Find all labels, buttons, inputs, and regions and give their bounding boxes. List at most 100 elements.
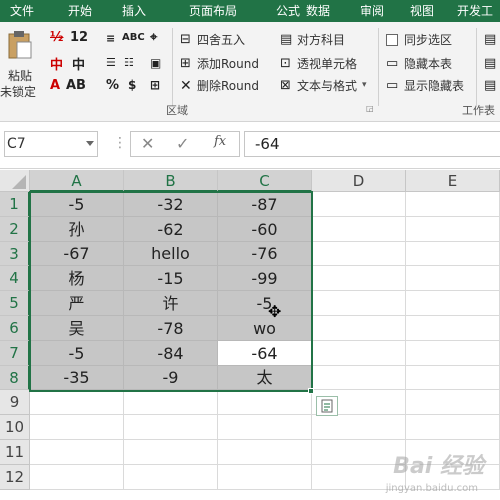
format-icon[interactable]: ▣ bbox=[150, 56, 161, 70]
perspective-button[interactable]: 透视单元格 bbox=[297, 54, 357, 74]
quick-analysis-icon[interactable] bbox=[316, 396, 338, 416]
cell-a4[interactable]: 杨 bbox=[30, 266, 124, 291]
delete-round-button[interactable]: 删除Round bbox=[197, 76, 259, 96]
round-button[interactable]: 四舍五入 bbox=[197, 30, 245, 50]
percent-button[interactable]: % bbox=[106, 78, 119, 93]
cell-a5[interactable]: 严 bbox=[30, 291, 124, 316]
align-subject-button[interactable]: 对方科目 bbox=[297, 30, 345, 50]
cell-d3[interactable] bbox=[312, 242, 406, 266]
name-box[interactable]: C7 bbox=[4, 131, 98, 157]
currency-button[interactable]: $ bbox=[128, 78, 136, 92]
cell-e4[interactable] bbox=[406, 266, 500, 291]
cell-d6[interactable] bbox=[312, 316, 406, 341]
cell-b5[interactable]: 许 bbox=[124, 291, 218, 316]
abc-button[interactable]: ABC bbox=[122, 32, 145, 43]
cell-d1[interactable] bbox=[312, 192, 406, 217]
cell-a8[interactable]: -35 bbox=[30, 366, 124, 390]
calc-icon[interactable]: ⊞ bbox=[150, 78, 160, 92]
row-header-3[interactable]: 3 bbox=[0, 242, 30, 266]
cell-b3[interactable]: hello bbox=[124, 242, 218, 266]
strike-icon[interactable]: ½ bbox=[50, 30, 63, 45]
cell-d8[interactable] bbox=[312, 366, 406, 390]
tab-developer[interactable]: 开发工 bbox=[450, 0, 500, 22]
cell-e5[interactable] bbox=[406, 291, 500, 316]
cell-a12[interactable] bbox=[30, 465, 124, 490]
sheet-tool-icon[interactable]: ▤ bbox=[484, 32, 496, 47]
sync-select-checkbox[interactable] bbox=[386, 34, 398, 46]
text-format-button[interactable]: 文本与格式 bbox=[297, 76, 357, 96]
cell-a9[interactable] bbox=[30, 390, 124, 415]
row-header-5[interactable]: 5 bbox=[0, 291, 30, 316]
ab-button[interactable]: AB bbox=[66, 78, 86, 93]
cell-c11[interactable] bbox=[218, 440, 312, 465]
row-header-8[interactable]: 8 bbox=[0, 366, 30, 390]
tab-page-layout[interactable]: 页面布局 bbox=[168, 0, 258, 22]
cell-b2[interactable]: -62 bbox=[124, 217, 218, 242]
cell-a1[interactable]: -5 bbox=[30, 192, 124, 217]
select-all-button[interactable] bbox=[0, 170, 30, 192]
cell-b7[interactable]: -84 bbox=[124, 341, 218, 366]
name-box-dropdown-icon[interactable] bbox=[86, 141, 94, 146]
dialog-launcher-icon[interactable]: ◲ bbox=[366, 104, 374, 113]
cell-d2[interactable] bbox=[312, 217, 406, 242]
cell-b12[interactable] bbox=[124, 465, 218, 490]
cell-c8[interactable]: 太 bbox=[218, 366, 312, 390]
cell-b9[interactable] bbox=[124, 390, 218, 415]
cell-c5[interactable]: -5 bbox=[218, 291, 312, 316]
cell-b6[interactable]: -78 bbox=[124, 316, 218, 341]
cell-e1[interactable] bbox=[406, 192, 500, 217]
chinese-convert-icon[interactable]: 中 bbox=[50, 54, 63, 73]
cell-c3[interactable]: -76 bbox=[218, 242, 312, 266]
row-header-1[interactable]: 1 bbox=[0, 192, 30, 217]
indent-icon[interactable]: ☰ bbox=[106, 56, 116, 69]
cell-a6[interactable]: 吴 bbox=[30, 316, 124, 341]
row-header-10[interactable]: 10 bbox=[0, 415, 30, 440]
tab-insert[interactable]: 插入 bbox=[112, 0, 156, 22]
cell-c2[interactable]: -60 bbox=[218, 217, 312, 242]
cell-e8[interactable] bbox=[406, 366, 500, 390]
cell-e7[interactable] bbox=[406, 341, 500, 366]
column-header-c[interactable]: C bbox=[218, 170, 312, 192]
sheet-tool-icon[interactable]: ▤ bbox=[484, 56, 496, 71]
cell-a7[interactable]: -5 bbox=[30, 341, 124, 366]
cell-d7[interactable] bbox=[312, 341, 406, 366]
cell-a3[interactable]: -67 bbox=[30, 242, 124, 266]
row-header-12[interactable]: 12 bbox=[0, 465, 30, 490]
font-size-value[interactable]: 12 bbox=[70, 30, 88, 45]
cell-d11[interactable] bbox=[312, 440, 406, 465]
row-header-2[interactable]: 2 bbox=[0, 217, 30, 242]
cancel-icon[interactable]: ✕ bbox=[141, 134, 154, 153]
sheet-tool-icon[interactable]: ▤ bbox=[484, 78, 496, 93]
enter-icon[interactable]: ✓ bbox=[176, 134, 189, 153]
resize-handle-icon[interactable]: ⋮ bbox=[113, 135, 127, 151]
dropdown-icon[interactable]: ▾ bbox=[362, 80, 367, 90]
tab-data[interactable]: 数据 bbox=[296, 0, 340, 22]
column-header-d[interactable]: D bbox=[312, 170, 406, 192]
formula-input[interactable]: -64 bbox=[244, 131, 500, 157]
cell-a10[interactable] bbox=[30, 415, 124, 440]
add-round-button[interactable]: 添加Round bbox=[197, 54, 259, 74]
cell-c9[interactable] bbox=[218, 390, 312, 415]
tab-review[interactable]: 审阅 bbox=[350, 0, 394, 22]
cell-c4[interactable]: -99 bbox=[218, 266, 312, 291]
fill-handle[interactable] bbox=[308, 388, 314, 394]
cell-c6[interactable]: wo bbox=[218, 316, 312, 341]
cell-d5[interactable] bbox=[312, 291, 406, 316]
ab-red-icon[interactable]: A bbox=[50, 78, 60, 93]
cell-d4[interactable] bbox=[312, 266, 406, 291]
row-header-6[interactable]: 6 bbox=[0, 316, 30, 341]
cell-e6[interactable] bbox=[406, 316, 500, 341]
insert-function-button[interactable]: fx bbox=[214, 134, 226, 149]
cell-c12[interactable] bbox=[218, 465, 312, 490]
paste-icon[interactable] bbox=[6, 30, 34, 60]
cell-b1[interactable]: -32 bbox=[124, 192, 218, 217]
show-hidden-button[interactable]: 显示隐藏表 bbox=[404, 76, 464, 96]
tab-file[interactable]: 文件 bbox=[0, 0, 44, 22]
cell-b8[interactable]: -9 bbox=[124, 366, 218, 390]
chinese-button[interactable]: 中 bbox=[72, 54, 85, 73]
cell-e3[interactable] bbox=[406, 242, 500, 266]
cell-c10[interactable] bbox=[218, 415, 312, 440]
cell-e10[interactable] bbox=[406, 415, 500, 440]
row-header-7[interactable]: 7 bbox=[0, 341, 30, 366]
cell-e9[interactable] bbox=[406, 390, 500, 415]
